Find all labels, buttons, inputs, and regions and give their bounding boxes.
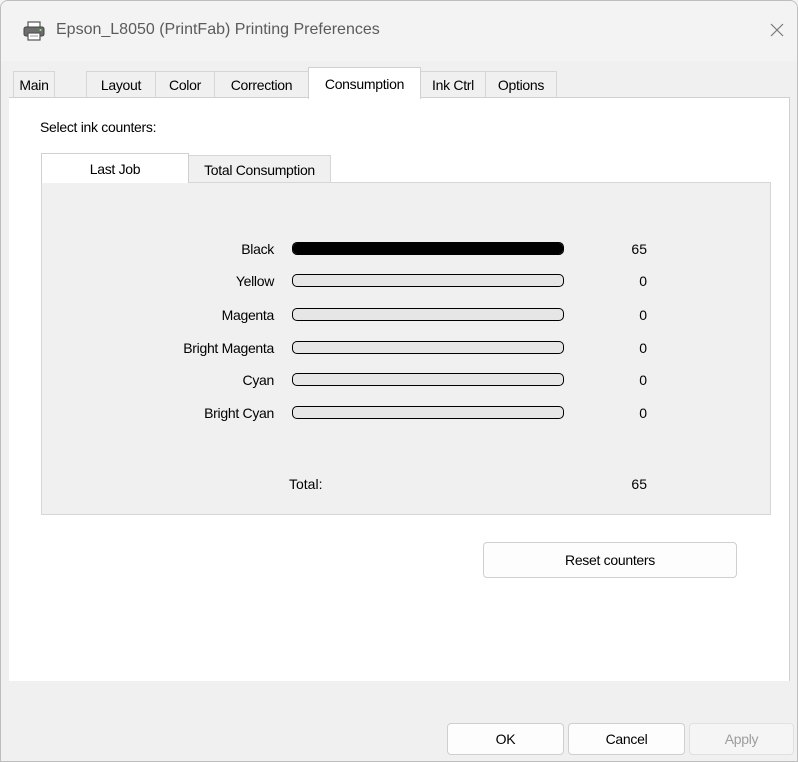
ink-value-black: 65	[631, 241, 647, 257]
printer-icon	[23, 21, 45, 41]
tab-main[interactable]: Main	[13, 71, 55, 97]
total-label: Total:	[289, 476, 323, 492]
ink-label-yellow: Yellow	[235, 273, 274, 289]
reset-counters-button[interactable]: Reset counters	[483, 542, 737, 578]
select-ink-counters-label: Select ink counters:	[40, 119, 157, 135]
ink-value-cyan: 0	[639, 372, 647, 388]
cancel-button[interactable]: Cancel	[568, 723, 685, 755]
ink-label-cyan: Cyan	[242, 372, 275, 388]
printing-preferences-window: Epson_L8050 (PrintFab) Printing Preferen…	[0, 0, 798, 762]
ink-label-magenta: Magenta	[221, 307, 275, 323]
ink-value-bright-magenta: 0	[639, 340, 647, 356]
ink-bar-fill	[293, 243, 563, 254]
close-button[interactable]	[757, 11, 797, 51]
tab-bar: Main Layout Color Correction Consumption…	[9, 67, 790, 99]
inner-tab-total-consumption[interactable]: Total Consumption	[188, 155, 331, 183]
tab-color[interactable]: Color	[155, 71, 215, 97]
ink-bar-magenta	[292, 308, 564, 321]
ink-label-bright-cyan: Bright Cyan	[204, 405, 274, 421]
apply-button[interactable]: Apply	[689, 723, 794, 755]
ink-label-black: Black	[241, 241, 274, 257]
tab-consumption[interactable]: Consumption	[308, 67, 421, 99]
ink-bar-bright-magenta	[292, 341, 564, 354]
ok-button[interactable]: OK	[447, 723, 564, 755]
ink-value-magenta: 0	[639, 307, 647, 323]
ink-bar-cyan	[292, 373, 564, 386]
ink-bar-black	[292, 242, 564, 255]
window-title: Epson_L8050 (PrintFab) Printing Preferen…	[56, 21, 380, 38]
tab-options[interactable]: Options	[485, 71, 557, 97]
ink-bar-yellow	[292, 274, 564, 287]
inner-tab-last-job[interactable]: Last Job	[41, 153, 189, 183]
tab-layout[interactable]: Layout	[86, 71, 156, 97]
ink-label-bright-magenta: Bright Magenta	[183, 340, 274, 356]
tab-ink-ctrl[interactable]: Ink Ctrl	[420, 71, 486, 97]
ink-bar-bright-cyan	[292, 406, 564, 419]
total-value: 65	[631, 476, 647, 492]
ink-value-yellow: 0	[639, 273, 647, 289]
close-icon	[770, 23, 784, 40]
title-bar[interactable]: Epson_L8050 (PrintFab) Printing Preferen…	[1, 1, 797, 61]
tab-correction[interactable]: Correction	[214, 71, 309, 97]
ink-value-bright-cyan: 0	[639, 405, 647, 421]
